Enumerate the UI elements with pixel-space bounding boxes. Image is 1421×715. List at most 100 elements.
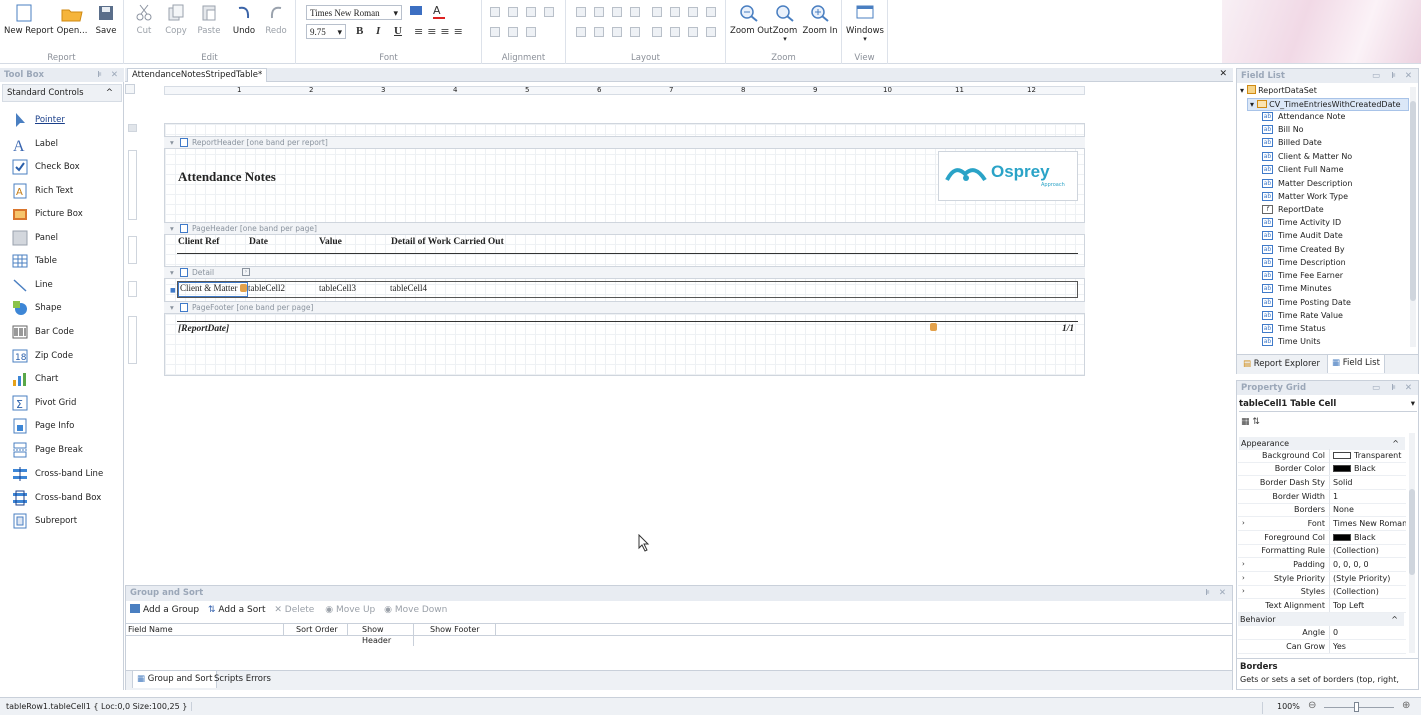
zoom-slider[interactable]: [1324, 707, 1394, 708]
align-left-icon[interactable]: [490, 7, 500, 17]
tool-pointer[interactable]: Pointer: [12, 110, 65, 130]
field-item[interactable]: ab Client & Matter No: [1262, 150, 1352, 163]
zoom-out-icon[interactable]: ⊖: [1308, 700, 1316, 711]
pin-icon[interactable]: ⊧: [1391, 71, 1396, 81]
column-show-header[interactable]: Show Header: [350, 624, 414, 646]
property-value[interactable]: Top Left: [1329, 599, 1406, 612]
categorized-icon[interactable]: ▦: [1241, 417, 1250, 427]
font-name-select[interactable]: Times New Roman ▾: [306, 5, 402, 20]
tab-scripts-errors[interactable]: Scripts Errors: [214, 674, 271, 684]
property-grid-scrollbar[interactable]: [1409, 433, 1415, 653]
column-field-name[interactable]: Field Name: [128, 624, 284, 635]
zoom-out-button[interactable]: Zoom Out: [730, 4, 773, 36]
tab-report-explorer[interactable]: ▤ Report Explorer: [1243, 359, 1320, 369]
text-align-buttons[interactable]: ≡≡≡≡: [414, 25, 467, 38]
font-size-select[interactable]: 9.75 ▾: [306, 24, 346, 39]
layout-icon[interactable]: [612, 7, 622, 17]
column-header-detail[interactable]: Detail of Work Carried Out: [391, 237, 504, 247]
layout-icon[interactable]: [630, 27, 640, 37]
layout-icon[interactable]: [576, 27, 586, 37]
property-value[interactable]: 0: [1329, 626, 1406, 639]
band-page-header[interactable]: ▾ PageHeader [one band per page]: [164, 222, 1085, 235]
tree-root-dataset[interactable]: ▾ ReportDataSet: [1240, 85, 1317, 95]
tool-bar-code[interactable]: Bar Code: [12, 322, 74, 342]
field-item[interactable]: ab Attendance Note: [1262, 110, 1345, 123]
maximize-icon[interactable]: ▭: [1372, 71, 1380, 81]
highlight-color-button[interactable]: [410, 6, 426, 18]
property-row[interactable]: Angle 0: [1238, 626, 1406, 640]
zoom-in-button[interactable]: Zoom In: [802, 4, 838, 36]
align-middle-icon[interactable]: [508, 27, 518, 37]
selected-object-select[interactable]: tableCell1 Table Cell ▾: [1239, 398, 1417, 412]
zoom-button[interactable]: Zoom ▾: [772, 4, 798, 43]
expand-icon[interactable]: ›: [1242, 517, 1245, 530]
bold-button[interactable]: B: [356, 25, 363, 37]
close-icon[interactable]: ✕: [111, 70, 118, 80]
scrollbar-thumb[interactable]: [1410, 101, 1416, 301]
open-button[interactable]: Open...: [54, 4, 90, 36]
logo-picture-box[interactable]: Osprey Approach: [938, 151, 1078, 201]
delete-button[interactable]: ✕ Delete: [274, 605, 314, 615]
windows-button[interactable]: Windows ▾: [846, 4, 884, 43]
layout-icon[interactable]: [670, 7, 680, 17]
save-button[interactable]: Save: [93, 4, 119, 36]
property-row[interactable]: Text Alignment Top Left: [1238, 599, 1406, 613]
band-page-footer[interactable]: ▾ PageFooter [one band per page]: [164, 301, 1085, 314]
zoom-in-icon[interactable]: ⊕: [1402, 700, 1410, 711]
column-sort-order[interactable]: Sort Order: [286, 624, 348, 635]
move-up-button[interactable]: ◉ Move Up: [325, 605, 375, 615]
layout-icon[interactable]: [652, 27, 662, 37]
table-cell-1[interactable]: Client & Matter: [178, 282, 248, 297]
column-header-date[interactable]: Date: [249, 237, 268, 247]
property-row[interactable]: Borders None: [1238, 503, 1406, 517]
property-row[interactable]: Foreground Col Black: [1238, 531, 1406, 545]
property-row[interactable]: Background Col Transparent: [1238, 449, 1406, 463]
sort-alpha-icon[interactable]: ⇅: [1252, 417, 1260, 427]
band-detail[interactable]: ▾ Detail ›: [164, 266, 1085, 279]
field-item[interactable]: ab Time Posting Date: [1262, 296, 1351, 309]
add-group-button[interactable]: Add a Group: [130, 604, 199, 615]
add-sort-button[interactable]: ⇅ Add a Sort: [208, 605, 266, 615]
collapse-icon[interactable]: ▾: [170, 137, 174, 148]
tab-field-list[interactable]: ▦ Field List: [1327, 354, 1385, 373]
align-center-icon[interactable]: [508, 7, 518, 17]
expand-icon[interactable]: ›: [1242, 572, 1245, 585]
new-report-button[interactable]: New Report: [4, 4, 53, 36]
property-value[interactable]: Solid: [1329, 476, 1406, 489]
tool-rich-text[interactable]: A Rich Text: [12, 181, 73, 201]
column-header-client-ref[interactable]: Client Ref: [178, 237, 219, 247]
layout-icon[interactable]: [670, 27, 680, 37]
property-value[interactable]: 0, 0, 0, 0: [1329, 558, 1406, 571]
report-date-field[interactable]: [ReportDate]: [178, 324, 229, 334]
smart-tag-icon[interactable]: [240, 284, 247, 292]
field-item[interactable]: ab Time Audit Date: [1262, 229, 1343, 242]
property-value[interactable]: Yes: [1329, 640, 1406, 653]
property-row[interactable]: Can Grow Yes: [1238, 640, 1406, 654]
property-row[interactable]: › Padding 0, 0, 0, 0: [1238, 558, 1406, 572]
property-row[interactable]: › Style Priority (Style Priority): [1238, 572, 1406, 586]
detail-table-row[interactable]: Client & Matter tableCell2 tableCell3 ta…: [177, 281, 1078, 298]
tool-zip-code[interactable]: 18 Zip Code: [12, 346, 73, 366]
category-behavior[interactable]: Behavior ^: [1238, 613, 1404, 626]
tool-cross-band-box[interactable]: Cross-band Box: [12, 488, 101, 508]
property-row[interactable]: › Styles (Collection): [1238, 585, 1406, 599]
tool-pivot-grid[interactable]: Σ Pivot Grid: [12, 393, 76, 413]
field-item[interactable]: ab Time Created By: [1262, 243, 1345, 256]
close-icon[interactable]: ✕: [1219, 69, 1227, 79]
close-icon[interactable]: ✕: [1219, 588, 1226, 598]
toolbox-category-header[interactable]: Standard Controls ^: [2, 84, 122, 102]
layout-icon[interactable]: [688, 7, 698, 17]
tool-subreport[interactable]: Subreport: [12, 511, 77, 531]
scrollbar-thumb[interactable]: [1409, 489, 1415, 575]
field-item[interactable]: ab Matter Description: [1262, 177, 1352, 190]
expand-icon[interactable]: ›: [1242, 585, 1245, 598]
property-row[interactable]: Border Color Black: [1238, 462, 1406, 476]
layout-icon[interactable]: [576, 7, 586, 17]
move-down-button[interactable]: ◉ Move Down: [384, 605, 447, 615]
property-value[interactable]: Black: [1329, 462, 1406, 475]
tool-table[interactable]: Table: [12, 251, 57, 271]
property-value[interactable]: (Style Priority): [1329, 572, 1406, 585]
property-row[interactable]: › Font Times New Roman,...: [1238, 517, 1406, 531]
maximize-icon[interactable]: ▭: [1372, 383, 1380, 393]
align-bottom-icon[interactable]: [526, 27, 536, 37]
